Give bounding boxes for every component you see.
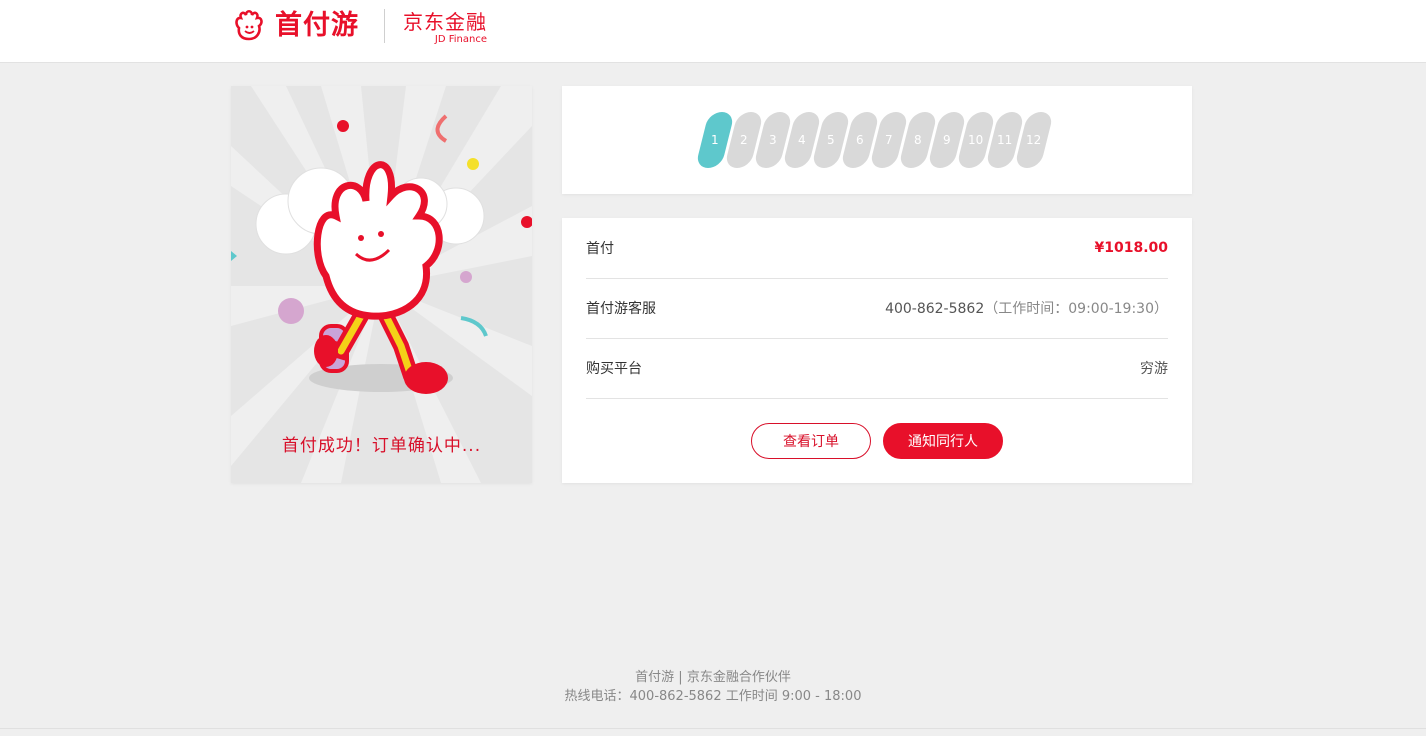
installment-step-label: 12	[1026, 133, 1042, 147]
customer-service-row: 首付游客服 400-862-5862（工作时间：09:00-19:30）	[586, 278, 1168, 339]
installment-step-label: 9	[943, 133, 951, 147]
down-payment-label: 首付	[586, 241, 614, 257]
service-phone: 400-862-5862	[885, 301, 985, 317]
installment-progress-card: 1 2 3 4 5 6 7 8 9 10 11 12	[562, 86, 1192, 194]
action-buttons: 查看订单 通知同行人	[562, 423, 1192, 459]
logo-divider	[384, 9, 385, 43]
bottom-divider	[0, 728, 1426, 729]
installment-steps: 1 2 3 4 5 6 7 8 9 10 11 12	[695, 112, 1054, 168]
installment-step-label: 6	[856, 133, 864, 147]
installment-step-label: 7	[885, 133, 893, 147]
installment-step-label: 1	[711, 133, 719, 147]
installment-step-label: 3	[769, 133, 777, 147]
service-hours: （工作时间：09:00-19:30）	[984, 301, 1168, 317]
down-payment-row: 首付 ¥1018.00	[586, 218, 1168, 279]
partner-name-en: JD Finance	[434, 34, 487, 45]
partner-logo[interactable]: 京东金融 JD Finance	[403, 11, 487, 46]
footer-hotline: 热线电话：400-862-5862 工作时间 9:00 - 18:00	[564, 689, 862, 704]
brand-name: 首付游	[275, 10, 359, 41]
status-caption: 首付成功！订单确认中...	[281, 436, 482, 456]
installment-step-label: 8	[914, 133, 922, 147]
footer: 首付游 | 京东金融合作伙伴 热线电话：400-862-5862 工作时间 9:…	[0, 668, 1426, 706]
service-contact: 400-862-5862（工作时间：09:00-19:30）	[885, 298, 1168, 318]
order-details-card: 首付 ¥1018.00 首付游客服 400-862-5862（工作时间：09:0…	[562, 218, 1192, 483]
platform-label: 购买平台	[586, 361, 642, 377]
down-payment-value: ¥1018.00	[1094, 240, 1168, 256]
installment-step-label: 5	[827, 133, 835, 147]
platform-value: 穷游	[1140, 361, 1168, 377]
installment-step-label: 2	[740, 133, 748, 147]
service-label: 首付游客服	[586, 301, 656, 317]
success-illustration-card: 首付成功！订单确认中...	[231, 86, 532, 483]
installment-step-label: 10	[968, 133, 984, 147]
hand-logo-icon	[235, 9, 263, 41]
partner-name-cn: 京东金融	[403, 10, 487, 34]
top-bar: 首付游 京东金融 JD Finance	[0, 0, 1426, 63]
platform-row: 购买平台 穷游	[586, 338, 1168, 399]
installment-step-label: 4	[798, 133, 806, 147]
notify-companions-button[interactable]: 通知同行人	[883, 423, 1003, 459]
mascot-illustration	[231, 86, 532, 483]
view-order-button[interactable]: 查看订单	[751, 423, 871, 459]
brand-logo[interactable]: 首付游	[231, 8, 359, 44]
footer-partner-line: 首付游 | 京东金融合作伙伴	[635, 670, 791, 685]
installment-step-label: 11	[997, 133, 1013, 147]
